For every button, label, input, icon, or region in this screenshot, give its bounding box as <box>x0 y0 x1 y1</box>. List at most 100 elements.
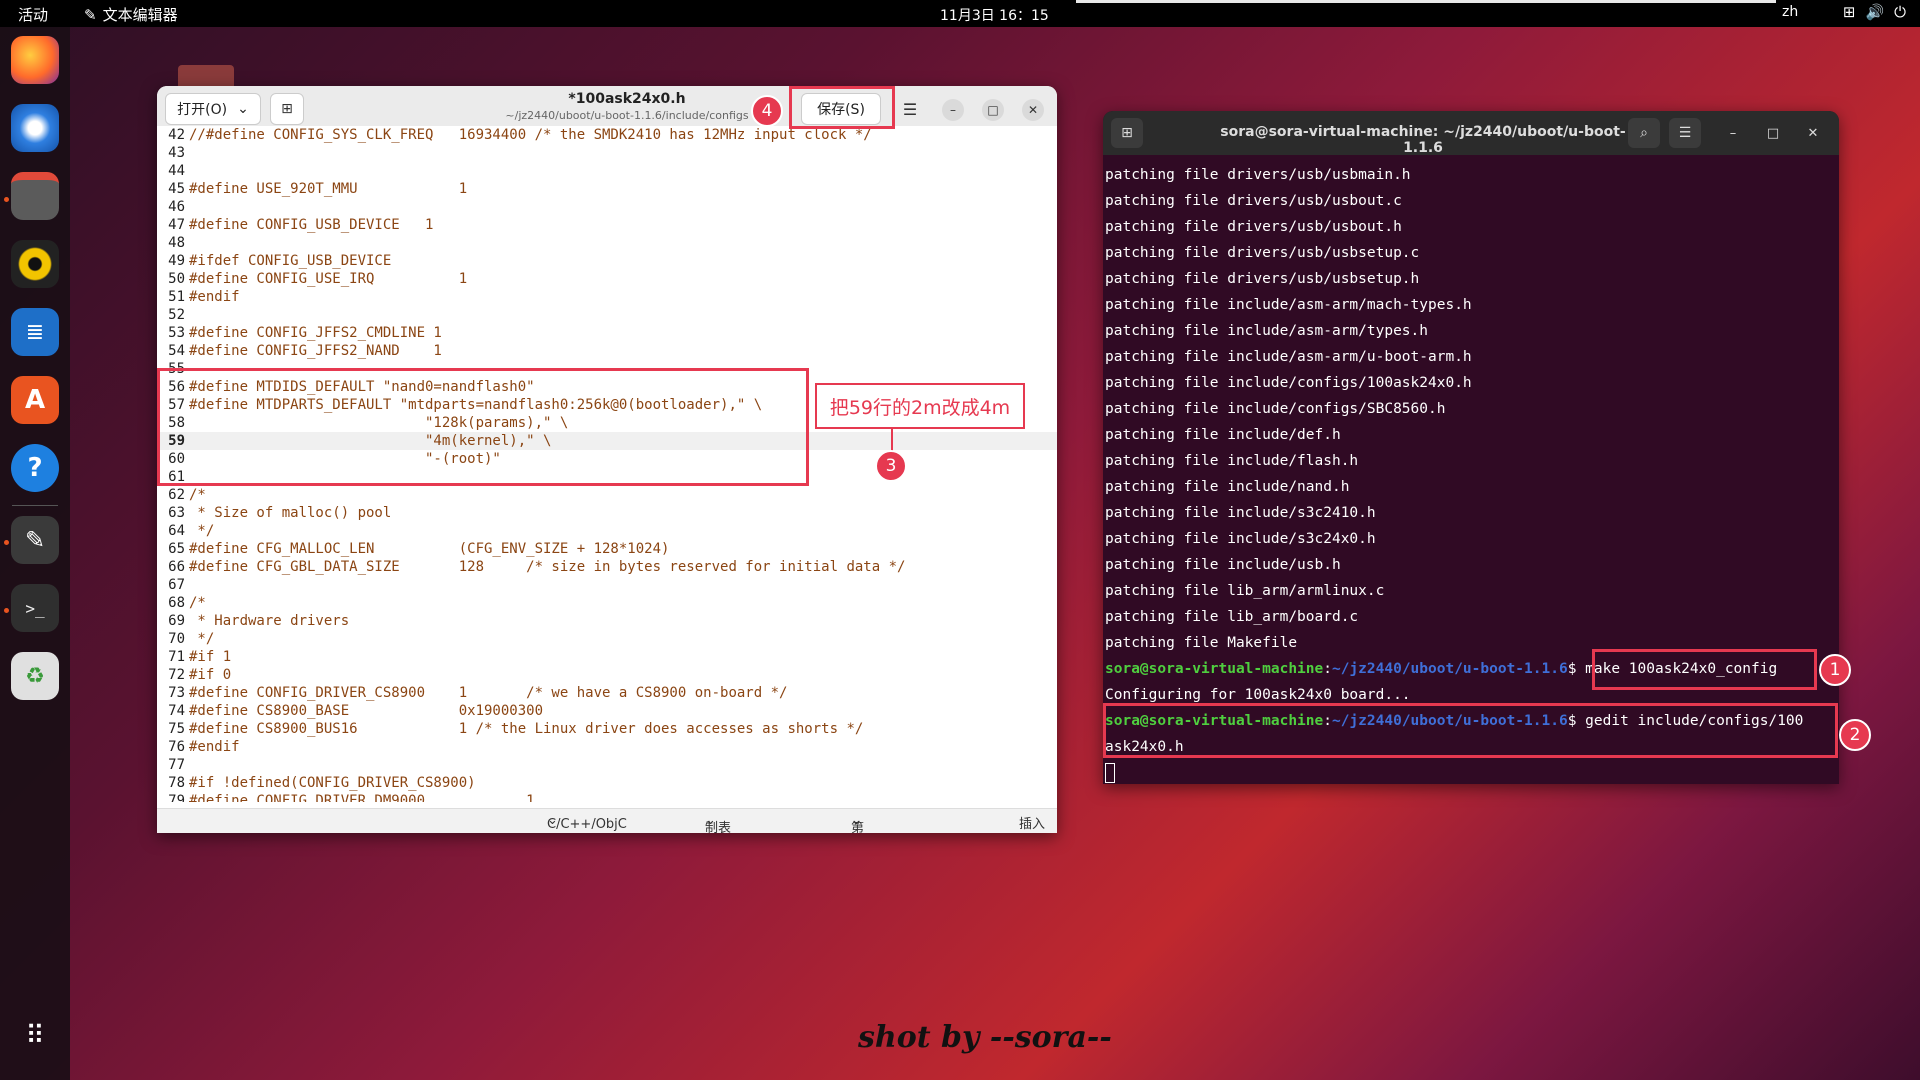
code-line[interactable]: 54 #define CONFIG_JFFS2_NAND 1 <box>157 342 1057 360</box>
code-line[interactable]: 63 * Size of malloc() pool <box>157 504 1057 522</box>
line-number: 76 <box>168 739 185 755</box>
code-line[interactable]: 49 #ifdef CONFIG_USB_DEVICE <box>157 252 1057 270</box>
code-text: */ <box>189 631 215 647</box>
top-scroll-indicator <box>1076 0 1776 3</box>
code-line[interactable]: 65 #define CFG_MALLOC_LEN (CFG_ENV_SIZE +… <box>157 540 1057 558</box>
close-button[interactable]: ✕ <box>1803 123 1823 143</box>
code-line[interactable]: 70 */ <box>157 630 1057 648</box>
terminal-line: patching file include/configs/100ask24x0… <box>1105 375 1472 391</box>
close-button[interactable]: ✕ <box>1022 99 1044 121</box>
terminal-line: patching file drivers/usb/usbout.h <box>1105 219 1402 235</box>
highlight-cmd2 <box>1103 703 1838 758</box>
code-line[interactable]: 64 */ <box>157 522 1057 540</box>
code-line[interactable]: 74 #define CS8900_BASE 0x19000300 <box>157 702 1057 720</box>
hamburger-menu-icon[interactable]: ☰ <box>895 93 925 125</box>
text-editor-icon: ✎ <box>84 5 97 24</box>
terminal-icon[interactable]: >_ <box>11 584 59 632</box>
terminal-output[interactable]: patching file drivers/usb/usbmain.h patch… <box>1105 162 1839 784</box>
clock[interactable]: 11月3日 16：15 <box>940 5 1049 25</box>
line-number: 47 <box>168 217 185 233</box>
code-text: #define CONFIG_DRIVER_CS8900 1 /* we hav… <box>189 685 788 701</box>
terminal-line: patching file lib_arm/board.c <box>1105 609 1359 625</box>
code-line[interactable]: 77 <box>157 756 1057 774</box>
search-icon[interactable]: ⌕ <box>1628 118 1660 148</box>
terminal-line: patching file include/usb.h <box>1105 557 1341 573</box>
code-line[interactable]: 46 <box>157 198 1057 216</box>
code-line[interactable]: 72 #if 0 <box>157 666 1057 684</box>
running-indicator <box>4 197 9 202</box>
code-line[interactable]: 76 #endif <box>157 738 1057 756</box>
minimize-button[interactable]: – <box>1723 123 1743 143</box>
badge-2: 2 <box>1839 719 1871 751</box>
files-icon[interactable] <box>11 172 59 220</box>
text-editor-icon[interactable]: ✎ <box>11 516 59 564</box>
system-menu[interactable]: ⊞ 🔊 ⏻ <box>1843 3 1906 21</box>
line-number: 42 <box>168 127 185 143</box>
annotation-note: 把59行的2m改成4m <box>815 383 1025 429</box>
code-line[interactable]: 75 #define CS8900_BUS16 1 /* the Linux dr… <box>157 720 1057 738</box>
code-line[interactable]: 50 #define CONFIG_USE_IRQ 1 <box>157 270 1057 288</box>
tab-width-selector[interactable]: 制表符宽度：8 ⌄ <box>705 813 731 833</box>
terminal-line: patching file drivers/usb/usbout.c <box>1105 193 1402 209</box>
code-line[interactable]: 73 #define CONFIG_DRIVER_CS8900 1 /* we h… <box>157 684 1057 702</box>
new-tab-button[interactable]: ⊞ <box>270 93 304 125</box>
open-button[interactable]: 打开(O) ⌄ <box>165 93 261 125</box>
code-line[interactable]: 68/* <box>157 594 1057 612</box>
code-line[interactable]: 44 <box>157 162 1057 180</box>
line-number: 66 <box>168 559 185 575</box>
line-number: 79 <box>168 793 185 802</box>
code-text: #define CONFIG_USE_IRQ 1 <box>189 271 468 287</box>
code-line[interactable]: 66 #define CFG_GBL_DATA_SIZE 128 /* size … <box>157 558 1057 576</box>
app-grid-icon[interactable]: ⠿ <box>11 1012 59 1060</box>
code-line[interactable]: 78 #if !defined(CONFIG_DRIVER_CS8900) <box>157 774 1057 792</box>
code-line[interactable]: 67 <box>157 576 1057 594</box>
activities-button[interactable]: 活动 <box>18 4 48 25</box>
maximize-button[interactable]: □ <box>982 99 1004 121</box>
line-number: 52 <box>168 307 185 323</box>
code-text: #define CS8900_BUS16 1 /* the Linux driv… <box>189 721 864 737</box>
terminal-line: patching file include/nand.h <box>1105 479 1350 495</box>
code-line[interactable]: 69 * Hardware drivers <box>157 612 1057 630</box>
help-icon[interactable]: ? <box>11 444 59 492</box>
editor-title: *100ask24x0.h ~/jz2440/uboot/u-boot-1.1.… <box>477 91 777 122</box>
code-text: #define CONFIG_JFFS2_CMDLINE 1 <box>189 325 442 341</box>
code-line[interactable]: 51 #endif <box>157 288 1057 306</box>
language-selector[interactable]: C/C++/ObjC 头文件 ⌄ <box>547 813 627 832</box>
new-tab-button[interactable]: ⊞ <box>1111 118 1143 148</box>
network-icon: ⊞ <box>1842 3 1856 21</box>
code-line[interactable]: 48 <box>157 234 1057 252</box>
terminal-line: patching file lib_arm/armlinux.c <box>1105 583 1385 599</box>
code-line[interactable]: 62/* <box>157 486 1057 504</box>
code-line[interactable]: 79 #define CONFIG_DRIVER_DM9000 1 <box>157 792 1057 802</box>
running-indicator <box>4 540 9 545</box>
code-line[interactable]: 43 <box>157 144 1057 162</box>
code-line[interactable]: 53 #define CONFIG_JFFS2_CMDLINE 1 <box>157 324 1057 342</box>
line-number: 53 <box>168 325 185 341</box>
status-bar: C/C++/ObjC 头文件 ⌄ 制表符宽度：8 ⌄ 第 59 行，第 31 列… <box>157 808 1057 833</box>
line-number: 43 <box>168 145 185 161</box>
code-line[interactable]: 42//#define CONFIG_SYS_CLK_FREQ 16934400… <box>157 126 1057 144</box>
rhythmbox-icon[interactable] <box>11 240 59 288</box>
code-line[interactable]: 47 #define CONFIG_USB_DEVICE 1 <box>157 216 1057 234</box>
code-line[interactable]: 45 #define USE_920T_MMU 1 <box>157 180 1057 198</box>
input-method-indicator[interactable]: zh <box>1782 4 1798 20</box>
app-menu[interactable]: ✎ 文本编辑器 <box>84 4 178 25</box>
code-line[interactable]: 71 #if 1 <box>157 648 1057 666</box>
writer-icon[interactable]: ≣ <box>11 308 59 356</box>
code-line[interactable]: 52 <box>157 306 1057 324</box>
line-number: 48 <box>168 235 185 251</box>
hamburger-menu-icon[interactable]: ☰ <box>1669 118 1701 148</box>
maximize-button[interactable]: □ <box>1763 123 1783 143</box>
minimize-button[interactable]: – <box>942 99 964 121</box>
cursor-position[interactable]: 第 59 行，第 31 列 ⌄ <box>851 813 864 833</box>
software-icon[interactable]: A <box>11 376 59 424</box>
badge-3: 3 <box>875 450 907 482</box>
firefox-icon[interactable] <box>11 36 59 84</box>
line-number: 64 <box>168 523 185 539</box>
line-number: 67 <box>168 577 185 593</box>
thunderbird-icon[interactable] <box>11 104 59 152</box>
line-number: 62 <box>168 487 185 503</box>
trash-icon[interactable]: ♻ <box>11 652 59 700</box>
